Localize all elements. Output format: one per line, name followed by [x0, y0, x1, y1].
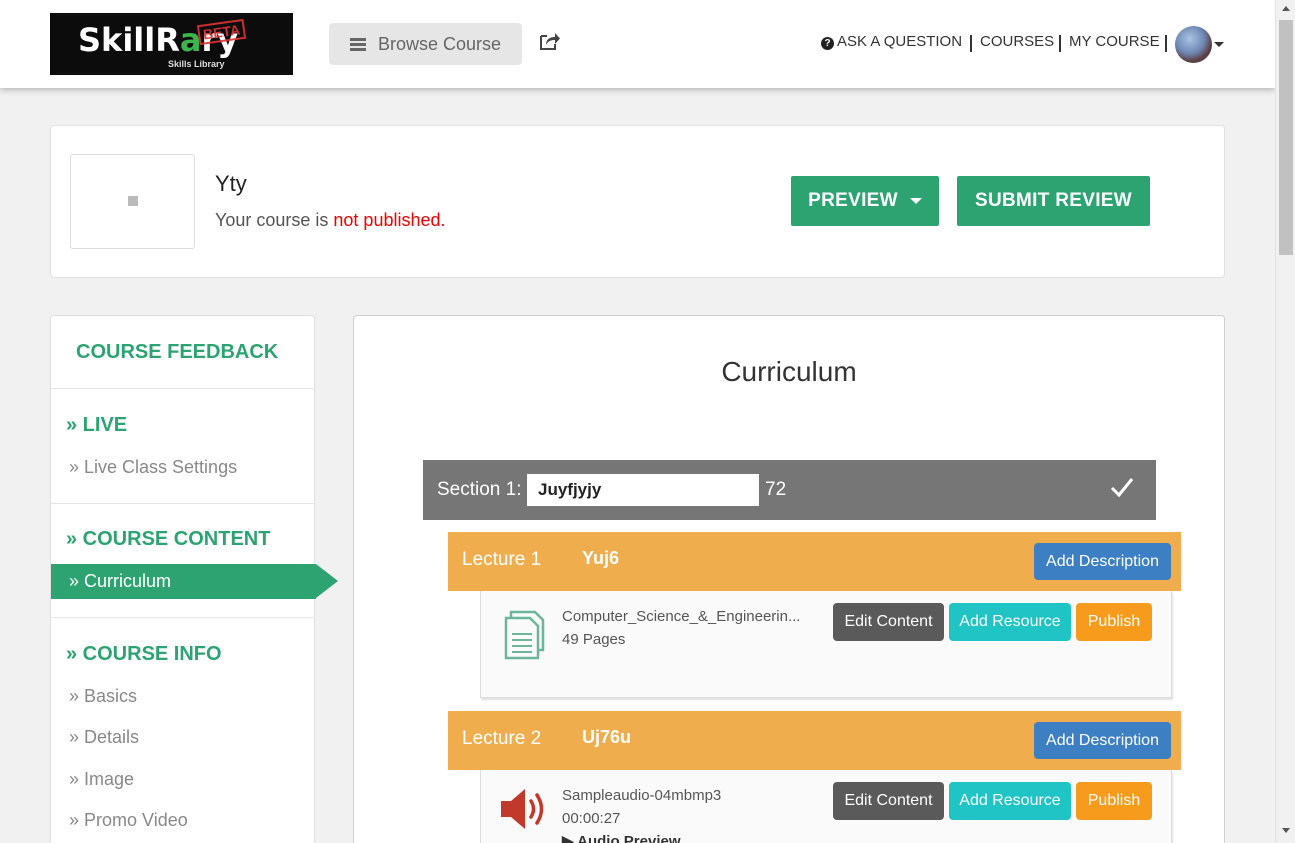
scroll-up-arrow[interactable]: [1282, 6, 1290, 11]
lecture-label: Lecture 1: [462, 549, 542, 570]
lecture-content: Computer_Science_&_Engineerin... 49 Page…: [480, 591, 1172, 698]
lecture-name[interactable]: Yuj6: [582, 548, 619, 569]
file-page-count: 49 Pages: [562, 631, 626, 648]
lecture-bar: Lecture 2 Uj76u Add Description: [448, 711, 1181, 770]
check-icon[interactable]: [1109, 474, 1135, 500]
share-icon[interactable]: [539, 31, 561, 51]
courses-link[interactable]: COURSES: [980, 33, 1054, 50]
sidebar-item-details[interactable]: » Details: [69, 727, 139, 748]
section-name-input[interactable]: [527, 474, 759, 506]
sidebar-item-promo-video[interactable]: » Promo Video: [69, 810, 188, 831]
edit-content-button[interactable]: Edit Content: [833, 782, 944, 820]
page-scrollbar[interactable]: [1275, 0, 1295, 843]
section-bar: Section 1: 72: [423, 460, 1156, 520]
menu-icon: [349, 37, 366, 51]
nav-divider: [970, 35, 972, 52]
add-resource-button[interactable]: Add Resource: [949, 782, 1071, 820]
chevron-down-icon[interactable]: [1214, 42, 1224, 47]
course-thumbnail: [70, 154, 195, 249]
my-course-link[interactable]: MY COURSE: [1069, 33, 1160, 50]
sidebar-item-basics[interactable]: » Basics: [69, 686, 137, 707]
curriculum-panel: Curriculum Section 1: 72 Lecture 1 Yuj6 …: [353, 315, 1225, 843]
section-label: Section 1:: [437, 479, 522, 500]
ask-question-link[interactable]: ? ASK A QUESTION: [821, 33, 962, 50]
speaker-icon: [501, 789, 544, 829]
question-icon: ?: [821, 37, 834, 50]
sidebar-heading-course-content[interactable]: » COURSE CONTENT: [66, 528, 270, 551]
browse-course-label: Browse Course: [377, 33, 502, 54]
file-name: Sampleaudio-04mbmp3: [562, 787, 722, 804]
edit-content-button[interactable]: Edit Content: [833, 603, 944, 641]
document-icon: [504, 610, 545, 660]
logo-subtitle: Skills Library: [168, 59, 225, 69]
caret-down-icon: [909, 198, 922, 204]
broken-image-icon: [128, 196, 138, 206]
course-status: Your course is not published.: [215, 210, 446, 230]
lecture-label: Lecture 2: [462, 728, 542, 749]
scroll-thumb[interactable]: [1279, 20, 1293, 255]
nav-divider: [1165, 35, 1167, 52]
publish-button[interactable]: Publish: [1076, 603, 1152, 641]
sidebar-divider: [51, 388, 314, 389]
sidebar-item-curriculum[interactable]: » Curriculum: [51, 564, 316, 599]
active-indicator-arrow: [316, 564, 338, 598]
course-feedback-link[interactable]: COURSE FEEDBACK: [76, 341, 278, 364]
course-title: Yty: [215, 171, 247, 196]
audio-preview-toggle[interactable]: ▶ Audio Preview: [562, 832, 681, 843]
add-description-button[interactable]: Add Description: [1034, 543, 1171, 580]
sidebar-divider: [51, 503, 314, 504]
browse-course-button[interactable]: Browse Course: [329, 23, 522, 65]
add-description-button[interactable]: Add Description: [1034, 722, 1171, 759]
add-resource-button[interactable]: Add Resource: [949, 603, 1071, 641]
sidebar-divider: [51, 617, 314, 618]
sidebar-item-live-class-settings[interactable]: » Live Class Settings: [69, 457, 237, 478]
preview-button[interactable]: PREVIEW: [791, 176, 939, 226]
submit-review-button[interactable]: SUBMIT REVIEW: [957, 176, 1150, 226]
scroll-down-arrow[interactable]: [1282, 828, 1290, 833]
page-title: Curriculum: [721, 356, 857, 387]
publish-button[interactable]: Publish: [1076, 782, 1152, 820]
lecture-name[interactable]: Uj76u: [582, 727, 631, 748]
sidebar-heading-course-info[interactable]: » COURSE INFO: [66, 643, 222, 666]
logo[interactable]: SkillRary BETA Skills Library: [50, 13, 293, 75]
file-name: Computer_Science_&_Engineerin...: [562, 608, 801, 625]
section-char-count: 72: [765, 479, 787, 500]
lecture-content: Sampleaudio-04mbmp3 00:00:27 ▶ Audio Pre…: [480, 770, 1172, 843]
sidebar-item-image[interactable]: » Image: [69, 769, 134, 790]
nav-divider: [1059, 35, 1061, 52]
status-value: not published.: [333, 210, 446, 230]
audio-duration: 00:00:27: [562, 810, 621, 827]
top-header: SkillRary BETA Skills Library Browse Cou…: [0, 0, 1275, 88]
course-header-card: Yty Your course is not published. PREVIE…: [50, 125, 1225, 278]
lecture-bar: Lecture 1 Yuj6 Add Description: [448, 532, 1181, 591]
sidebar-heading-live[interactable]: » LIVE: [66, 414, 127, 437]
avatar[interactable]: [1175, 26, 1212, 63]
course-sidebar: COURSE FEEDBACK » LIVE » Live Class Sett…: [50, 315, 338, 843]
